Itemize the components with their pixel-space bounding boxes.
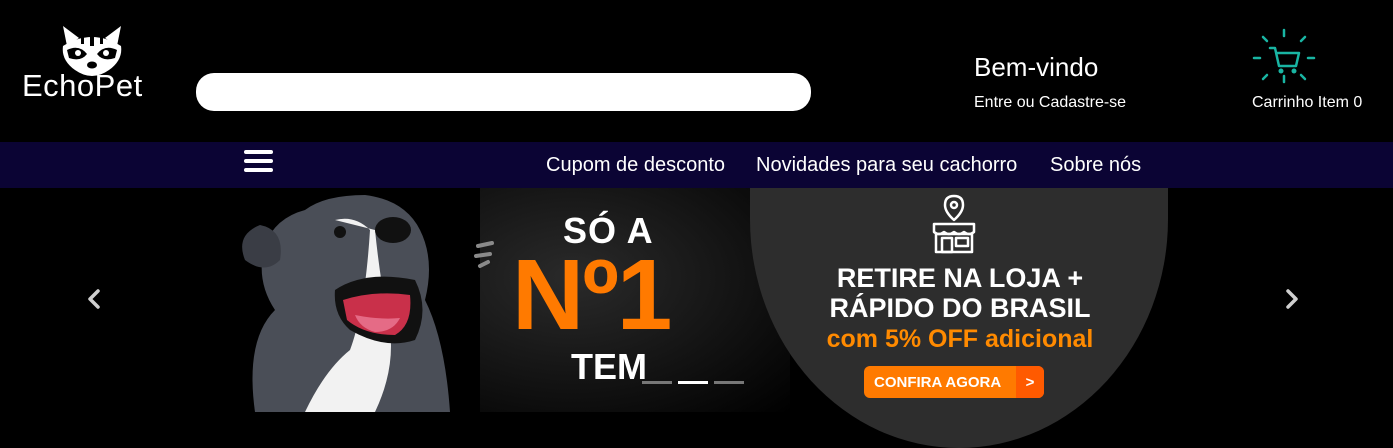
brand-name: EchoPet xyxy=(22,68,143,103)
login-register-link[interactable]: Entre ou Cadastre-se xyxy=(974,94,1126,112)
offer-line-1: RETIRE NA LOJA + xyxy=(836,263,1084,293)
sparkle-icon xyxy=(474,241,494,268)
carousel-indicator-3[interactable] xyxy=(714,381,744,384)
cta-arrow: > xyxy=(1016,366,1044,398)
cta-label: CONFIRA AGORA xyxy=(874,373,1002,391)
nav-link-cupom[interactable]: Cupom de desconto xyxy=(546,154,725,177)
offer-discount: com 5% OFF adicional xyxy=(826,325,1094,353)
carousel-indicator-2[interactable] xyxy=(678,381,708,384)
cart-icon[interactable] xyxy=(1252,28,1316,84)
banner-offer-title: RETIRE NA LOJA + RÁPIDO DO BRASIL xyxy=(760,263,1160,323)
store-icon xyxy=(932,194,976,254)
cart-label[interactable]: Carrinho Item 0 xyxy=(1252,94,1362,112)
nav-link-sobre[interactable]: Sobre nós xyxy=(1050,154,1141,177)
banner-headline-bottom: TEM xyxy=(571,346,647,387)
welcome-title: Bem-vindo xyxy=(974,52,1099,82)
nav-link-novidades[interactable]: Novidades para seu cachorro xyxy=(756,154,1017,177)
offer-line-2: RÁPIDO DO BRASIL xyxy=(829,292,1091,323)
dog-photo xyxy=(242,195,450,412)
confira-agora-button[interactable]: CONFIRA AGORA > xyxy=(864,366,1044,398)
banner-headline-main: Nº1 xyxy=(512,239,672,351)
search-input[interactable] xyxy=(196,73,811,111)
carousel-next-icon[interactable] xyxy=(1282,286,1302,312)
hamburger-icon[interactable] xyxy=(244,150,273,172)
site-header xyxy=(0,0,1393,142)
carousel-indicator-1[interactable] xyxy=(642,381,672,384)
carousel-prev-icon[interactable] xyxy=(84,286,104,312)
